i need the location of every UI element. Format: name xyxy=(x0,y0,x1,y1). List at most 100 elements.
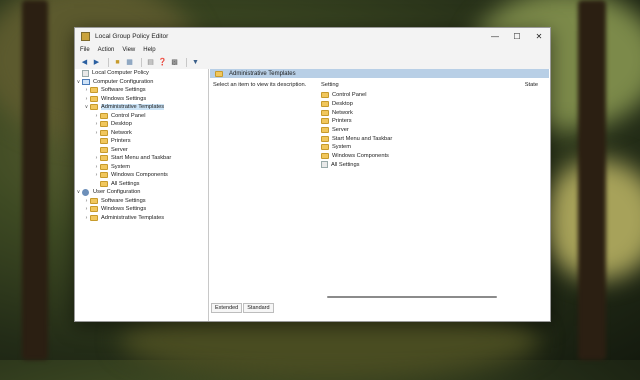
toolbar-separator xyxy=(186,57,187,67)
folder-icon xyxy=(90,206,98,213)
tree-item-user-configuration[interactable]: ∨ User Configuration xyxy=(75,188,208,197)
tree-item-label: Control Panel xyxy=(111,112,146,119)
tree-item-label: Administrative Templates xyxy=(101,214,165,221)
folder-icon xyxy=(100,180,108,187)
list-item[interactable]: All Settings xyxy=(321,161,392,170)
app-icon xyxy=(81,31,90,41)
folder-icon xyxy=(321,109,329,116)
policy-icon xyxy=(82,69,89,77)
list-item[interactable]: Server xyxy=(321,126,392,135)
expand-chevron-icon[interactable]: › xyxy=(83,96,90,102)
folder-icon xyxy=(90,95,98,102)
folder-icon xyxy=(90,87,98,94)
expand-chevron-icon[interactable]: › xyxy=(93,155,100,161)
horizontal-scrollbar[interactable] xyxy=(327,296,497,298)
tree-item-user-software-settings[interactable]: › Software Settings xyxy=(75,197,208,206)
tab-standard[interactable]: Standard xyxy=(243,303,274,313)
folder-icon xyxy=(215,70,223,77)
column-header-state[interactable]: State xyxy=(525,82,538,88)
folder-icon xyxy=(321,153,329,160)
folder-icon xyxy=(100,163,108,170)
expand-chevron-icon[interactable]: › xyxy=(83,198,90,204)
menu-view[interactable]: View xyxy=(122,47,135,53)
folder-icon xyxy=(100,172,108,179)
tree-item-label: Software Settings xyxy=(101,87,146,94)
up-folder-icon[interactable]: ■ xyxy=(113,58,122,67)
tree-item-network[interactable]: › Network xyxy=(75,129,208,138)
folder-icon xyxy=(100,155,108,162)
expand-chevron-icon[interactable]: › xyxy=(93,172,100,178)
folder-icon xyxy=(100,146,108,153)
collapse-chevron-icon[interactable]: ∨ xyxy=(75,189,82,195)
list-item[interactable]: Network xyxy=(321,108,392,117)
expand-chevron-icon[interactable]: › xyxy=(83,206,90,212)
tree-item-windows-settings[interactable]: › Windows Settings xyxy=(75,95,208,104)
list-item[interactable]: Start Menu and Taskbar xyxy=(321,134,392,143)
expand-chevron-icon[interactable]: › xyxy=(93,130,100,136)
tree-item-label: Computer Configuration xyxy=(93,78,154,85)
expand-chevron-icon[interactable]: › xyxy=(83,215,90,221)
forward-arrow-icon[interactable]: ▶ xyxy=(92,58,101,67)
tree-item-administrative-templates[interactable]: ∨ Administrative Templates xyxy=(75,103,208,112)
tree-item-start-menu-and-taskbar[interactable]: › Start Menu and Taskbar xyxy=(75,154,208,163)
list-item[interactable]: Windows Components xyxy=(321,152,392,161)
tree-item-label: Start Menu and Taskbar xyxy=(111,155,172,162)
maximize-button[interactable]: ☐ xyxy=(506,28,528,44)
tree-item-server[interactable]: Server xyxy=(75,146,208,155)
show-hide-tree-icon[interactable]: ▦ xyxy=(125,58,134,67)
background-tree-trunk xyxy=(578,0,606,360)
tree-item-desktop[interactable]: › Desktop xyxy=(75,120,208,129)
tree-item-computer-configuration[interactable]: ∨ Computer Configuration xyxy=(75,78,208,87)
tree-item-user-administrative-templates[interactable]: › Administrative Templates xyxy=(75,214,208,223)
expand-chevron-icon[interactable]: › xyxy=(93,164,100,170)
help-icon[interactable]: ❓ xyxy=(158,58,167,67)
close-button[interactable]: ✕ xyxy=(528,28,550,44)
expand-chevron-icon[interactable]: › xyxy=(93,121,100,127)
menu-file[interactable]: File xyxy=(80,47,90,53)
column-header-setting[interactable]: Setting xyxy=(321,82,339,88)
folder-icon xyxy=(321,101,329,108)
tree-item-label: Network xyxy=(111,129,132,136)
list-header: Setting State xyxy=(321,82,538,88)
tree-item-all-settings[interactable]: All Settings xyxy=(75,180,208,189)
collapse-chevron-icon[interactable]: ∨ xyxy=(75,79,82,85)
folder-icon xyxy=(90,104,98,111)
folder-icon xyxy=(100,138,108,145)
menu-help[interactable]: Help xyxy=(143,47,155,53)
list-item[interactable]: System xyxy=(321,143,392,152)
folder-icon xyxy=(90,197,98,204)
folder-icon xyxy=(100,129,108,136)
tree-item-printers[interactable]: Printers xyxy=(75,137,208,146)
export-list-icon[interactable]: ▤ xyxy=(146,58,155,67)
tree-pane: Local Computer Policy ∨ Computer Configu… xyxy=(75,69,209,321)
list-item[interactable]: Control Panel xyxy=(321,91,392,100)
folder-icon xyxy=(321,118,329,125)
tree-item-system[interactable]: › System xyxy=(75,163,208,172)
folder-icon xyxy=(321,144,329,151)
list-item[interactable]: Printers xyxy=(321,117,392,126)
tree-item-software-settings[interactable]: › Software Settings xyxy=(75,86,208,95)
tree-item-label: Server xyxy=(111,146,128,153)
tree-item-label: Windows Settings xyxy=(101,206,147,213)
tree-item-user-windows-settings[interactable]: › Windows Settings xyxy=(75,205,208,214)
details-pane: Administrative Templates Select an item … xyxy=(209,69,550,321)
tree-item-control-panel[interactable]: › Control Panel xyxy=(75,112,208,121)
filter-icon[interactable]: ▼ xyxy=(191,58,200,67)
collapse-chevron-icon[interactable]: ∨ xyxy=(83,104,90,110)
expand-chevron-icon[interactable]: › xyxy=(83,87,90,93)
menu-action[interactable]: Action xyxy=(98,47,115,53)
tab-extended[interactable]: Extended xyxy=(211,303,243,313)
settings-list: Control Panel Desktop Network Printers S… xyxy=(321,91,392,169)
minimize-button[interactable]: — xyxy=(484,28,506,44)
tree-item-local-computer-policy[interactable]: Local Computer Policy xyxy=(75,69,208,78)
menu-bar: File Action View Help xyxy=(75,44,550,55)
back-arrow-icon[interactable]: ◀ xyxy=(80,58,89,67)
tree-item-windows-components[interactable]: › Windows Components xyxy=(75,171,208,180)
list-item[interactable]: Desktop xyxy=(321,100,392,109)
expand-chevron-icon[interactable]: › xyxy=(93,113,100,119)
tree-item-label: User Configuration xyxy=(93,189,141,196)
tree-item-label: System xyxy=(111,163,130,170)
properties-icon[interactable]: ▩ xyxy=(170,58,179,67)
folder-icon xyxy=(321,92,329,99)
tree-item-label: Desktop xyxy=(111,121,132,128)
